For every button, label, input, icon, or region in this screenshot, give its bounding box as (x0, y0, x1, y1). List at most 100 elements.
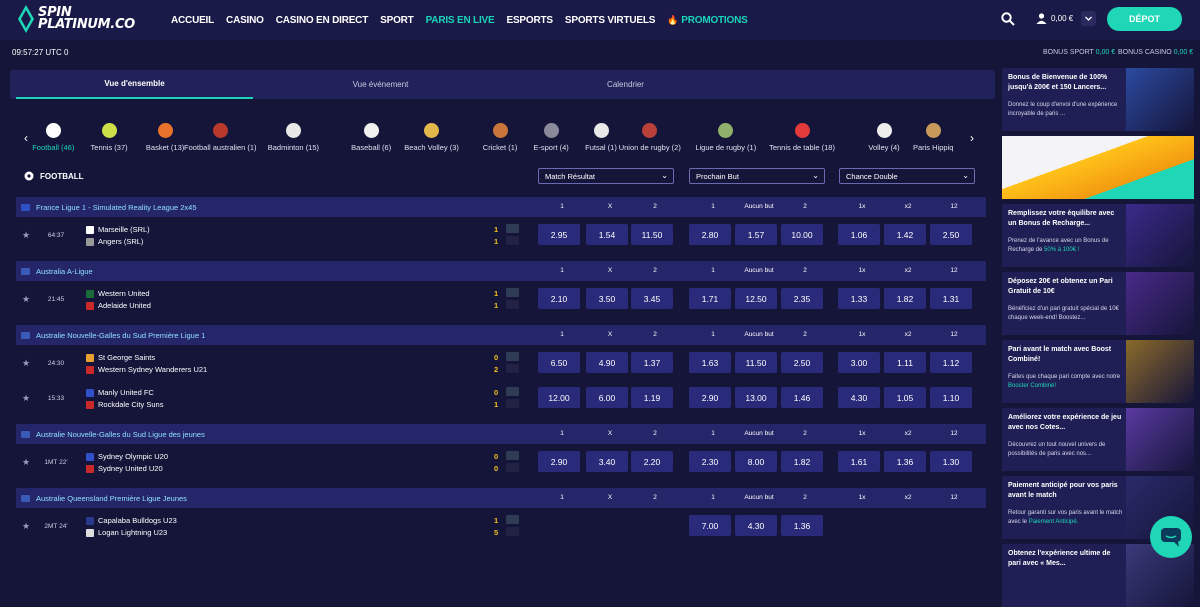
odds-button[interactable]: 2.20 (631, 451, 673, 472)
live-stats-icon[interactable] (506, 527, 519, 536)
odds-button[interactable]: 11.50 (735, 352, 777, 373)
odds-button[interactable]: 6.00 (586, 387, 628, 408)
odds-button[interactable]: 1.33 (838, 288, 880, 309)
odds-button[interactable]: 3.50 (586, 288, 628, 309)
odds-button[interactable]: 1.05 (884, 387, 926, 408)
odds-button[interactable]: 1.06 (838, 224, 880, 245)
odds-button[interactable]: 1.19 (631, 387, 673, 408)
league-header[interactable]: Australia A-Ligue 1 X 2 1 Aucun but 2 1x x2 12 (16, 261, 986, 281)
odds-button[interactable]: 3.45 (631, 288, 673, 309)
away-team[interactable]: Western Sydney Wanderers U21 (86, 365, 207, 374)
logo[interactable]: SPIN PLATINUM.CO (18, 5, 135, 33)
live-stats-icon[interactable] (506, 236, 519, 245)
market-select-double-chance[interactable]: Chance Double ⌄ (839, 168, 975, 184)
odds-button[interactable]: 1.63 (689, 352, 731, 373)
odds-button[interactable]: 3.40 (586, 451, 628, 472)
tab-overview[interactable]: Vue d'ensemble (16, 70, 253, 99)
odds-button[interactable]: 1.36 (781, 515, 823, 536)
nav-item-6[interactable]: SPORTS VIRTUELS (565, 15, 656, 26)
sport-tab-11[interactable]: Ligue de rugby (1) (691, 120, 761, 158)
live-stats-icon[interactable] (506, 399, 519, 408)
odds-button[interactable]: 2.95 (538, 224, 580, 245)
odds-button[interactable]: 1.30 (930, 451, 972, 472)
favorite-star-icon[interactable]: ★ (22, 521, 30, 532)
promo-card[interactable]: Pari avant le match avec Boost Combiné! F… (1002, 340, 1194, 403)
sport-tab-3[interactable]: Football australien (1) (175, 120, 265, 158)
odds-button[interactable]: 2.50 (781, 352, 823, 373)
odds-button[interactable]: 1.61 (838, 451, 880, 472)
league-header[interactable]: Australie Nouvelle-Galles du Sud Premièr… (16, 325, 986, 345)
odds-button[interactable]: 12.50 (735, 288, 777, 309)
league-header[interactable]: Australie Nouvelle-Galles du Sud Ligue d… (16, 424, 986, 444)
odds-button[interactable]: 6.50 (538, 352, 580, 373)
odds-button[interactable]: 4.30 (735, 515, 777, 536)
away-team[interactable]: Logan Lightning U23 (86, 528, 167, 537)
nav-item-3[interactable]: SPORT (380, 15, 414, 26)
sport-tab-1[interactable]: Tennis (37) (88, 120, 131, 158)
market-select-next-goal[interactable]: Prochain But ⌄ (689, 168, 825, 184)
odds-button[interactable]: 1.11 (884, 352, 926, 373)
live-stats-icon[interactable] (506, 288, 519, 297)
live-stats-icon[interactable] (506, 387, 519, 396)
nav-item-5[interactable]: ESPORTS (506, 15, 553, 26)
odds-button[interactable]: 4.30 (838, 387, 880, 408)
user-icon[interactable] (1036, 13, 1047, 24)
odds-button[interactable]: 10.00 (781, 224, 823, 245)
sport-tab-4[interactable]: Badminton (15) (266, 120, 321, 158)
odds-button[interactable]: 1.46 (781, 387, 823, 408)
odds-button[interactable]: 7.00 (689, 515, 731, 536)
odds-button[interactable]: 2.10 (538, 288, 580, 309)
odds-button[interactable]: 1.42 (884, 224, 926, 245)
odds-button[interactable]: 2.35 (781, 288, 823, 309)
live-stats-icon[interactable] (506, 515, 519, 524)
favorite-star-icon[interactable]: ★ (22, 230, 30, 241)
away-team[interactable]: Sydney United U20 (86, 464, 163, 473)
live-stats-icon[interactable] (506, 224, 519, 233)
home-team[interactable]: St George Saints (86, 353, 155, 362)
odds-button[interactable]: 2.90 (538, 451, 580, 472)
promo-card[interactable]: Remplissez votre équilibre avec un Bonus… (1002, 204, 1194, 267)
tab-calendar[interactable]: Calendrier (507, 70, 744, 99)
home-team[interactable]: Western United (86, 289, 150, 298)
nav-item-0[interactable]: ACCUEIL (171, 15, 214, 26)
favorite-star-icon[interactable]: ★ (22, 457, 30, 468)
odds-button[interactable]: 1.10 (930, 387, 972, 408)
account-dropdown-button[interactable] (1081, 11, 1096, 26)
odds-button[interactable]: 1.71 (689, 288, 731, 309)
sport-tab-13[interactable]: Volley (4) (865, 120, 904, 158)
promo-card[interactable] (1002, 136, 1194, 199)
odds-button[interactable]: 1.82 (884, 288, 926, 309)
tab-event-view[interactable]: Vue événement (262, 70, 499, 99)
sport-tab-6[interactable]: Beach Volley (3) (400, 120, 462, 158)
promo-card[interactable]: Déposez 20€ et obtenez un Pari Gratuit d… (1002, 272, 1194, 335)
chat-button[interactable] (1150, 516, 1192, 558)
odds-button[interactable]: 1.54 (586, 224, 628, 245)
odds-button[interactable]: 3.00 (838, 352, 880, 373)
odds-button[interactable]: 1.12 (930, 352, 972, 373)
market-select-match-result[interactable]: Match Résultat ⌄ (538, 168, 674, 184)
odds-button[interactable]: 4.90 (586, 352, 628, 373)
odds-button[interactable]: 2.50 (930, 224, 972, 245)
odds-button[interactable]: 1.57 (735, 224, 777, 245)
sport-tab-10[interactable]: Union de rugby (2) (615, 120, 685, 158)
sport-tab-5[interactable]: Baseball (6) (348, 120, 395, 158)
away-team[interactable]: Adelaide United (86, 301, 151, 310)
sport-tab-12[interactable]: Tennis de table (18) (763, 120, 841, 158)
odds-button[interactable]: 13.00 (735, 387, 777, 408)
odds-button[interactable]: 2.90 (689, 387, 731, 408)
home-team[interactable]: Capalaba Bulldogs U23 (86, 516, 177, 525)
odds-button[interactable]: 1.37 (631, 352, 673, 373)
odds-button[interactable]: 12.00 (538, 387, 580, 408)
odds-button[interactable]: 2.30 (689, 451, 731, 472)
home-team[interactable]: Manly United FC (86, 388, 154, 397)
deposit-button[interactable]: DÉPOT (1107, 7, 1182, 31)
favorite-star-icon[interactable]: ★ (22, 294, 30, 305)
promo-card[interactable]: Bonus de Bienvenue de 100% jusqu'à 200€ … (1002, 68, 1194, 131)
league-header[interactable]: Australie Queensland Première Ligue Jeun… (16, 488, 986, 508)
carousel-next-arrow-icon[interactable]: › (970, 131, 974, 145)
odds-button[interactable]: 1.82 (781, 451, 823, 472)
nav-item-4[interactable]: PARIS EN LIVE (426, 15, 495, 26)
home-team[interactable]: Marseille (SRL) (86, 225, 150, 234)
live-stats-icon[interactable] (506, 300, 519, 309)
live-stats-icon[interactable] (506, 451, 519, 460)
